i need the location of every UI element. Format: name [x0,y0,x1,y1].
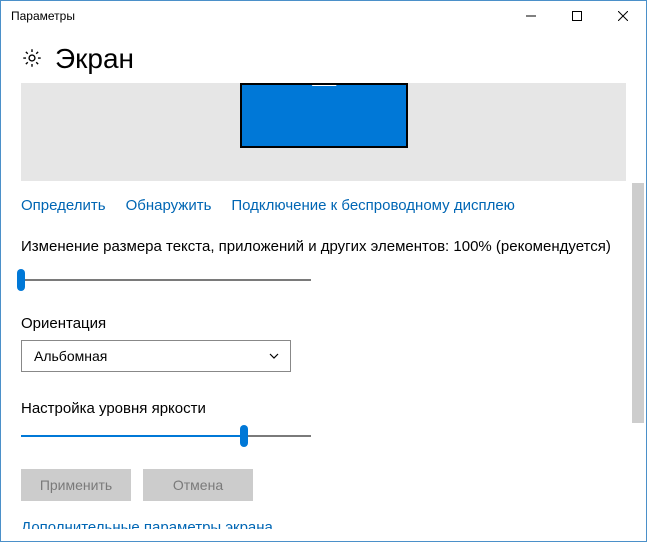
maximize-button[interactable] [554,1,600,31]
titlebar: Параметры [1,1,646,31]
wireless-display-link[interactable]: Подключение к беспроводному дисплею [231,197,515,214]
brightness-label: Настройка уровня яркости [21,400,626,417]
cancel-button[interactable]: Отмена [143,469,253,501]
page-header: Экран [1,31,646,83]
slider-track [21,279,311,281]
page-title: Экран [55,43,134,75]
scroll-area: 1 Определить Обнаружить Подключение к бе… [1,83,646,539]
brightness-slider[interactable] [21,425,311,449]
orientation-dropdown[interactable]: Альбомная [21,340,291,372]
display-action-links: Определить Обнаружить Подключение к бесп… [21,197,626,214]
slider-thumb[interactable] [240,425,248,447]
slider-track-fill [21,435,244,437]
scale-label: Изменение размера текста, приложений и д… [21,238,626,255]
vertical-scrollbar[interactable] [630,83,646,539]
scrollbar-thumb[interactable] [632,183,644,423]
orientation-value: Альбомная [34,348,107,364]
window-title: Параметры [11,9,75,23]
slider-thumb[interactable] [17,269,25,291]
advanced-display-settings-link[interactable]: Дополнительные параметры экрана [21,519,626,529]
detect-link[interactable]: Обнаружить [126,197,212,214]
scale-slider[interactable] [21,269,311,293]
window-controls [508,1,646,31]
apply-button[interactable]: Применить [21,469,131,501]
monitor-tile-1[interactable]: 1 [240,83,408,148]
gear-icon [21,47,43,72]
apply-cancel-row: Применить Отмена [21,469,626,501]
chevron-down-icon [268,350,280,362]
identify-link[interactable]: Определить [21,197,106,214]
close-button[interactable] [600,1,646,31]
orientation-label: Ориентация [21,315,626,332]
minimize-button[interactable] [508,1,554,31]
display-preview: 1 [21,83,626,181]
